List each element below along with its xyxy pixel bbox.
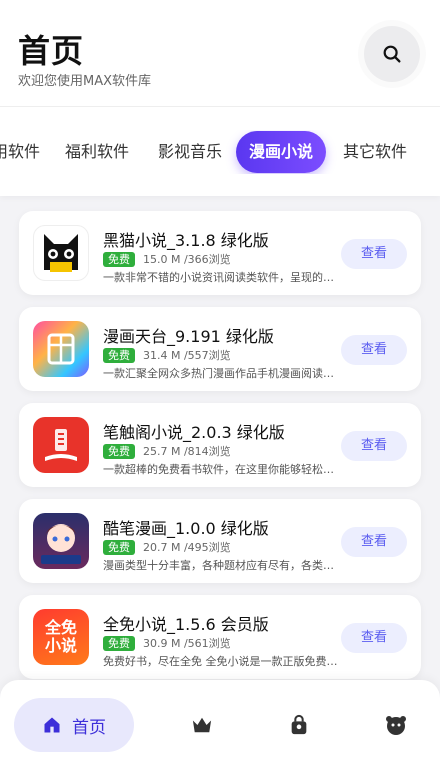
header-divider [0,106,440,107]
profile-icon [386,716,406,735]
app-stats: 15.0 M /366浏览 [143,253,231,266]
list-item[interactable]: 笔触阁小说_2.0.3 绿化版 免费 25.7 M /814浏览 一款超棒的免费… [19,403,421,487]
tab-other-software[interactable]: 其它软件 [343,130,407,174]
app-name: 漫画天台_9.191 绿化版 [103,327,274,346]
app-meta: 免费 15.0 M /366浏览 [103,251,231,267]
app-meta: 免费 30.9 M /561浏览 [103,635,231,651]
page-title: 首页 [18,32,85,70]
tab-common-software[interactable]: 用软件 [0,130,40,174]
view-button[interactable]: 查看 [341,335,407,365]
icon-text: 小说 [44,636,77,655]
app-description: 一款非常不错的小说资讯阅读类软件，呈现的… [103,271,334,284]
price-badge: 免费 [103,539,135,555]
tab-welfare-software[interactable]: 福利软件 [65,130,129,174]
list-item[interactable]: 酷笔漫画_1.0.0 绿化版 免费 20.7 M /495浏览 漫画类型十分丰富… [19,499,421,583]
app-description: 漫画类型十分丰富，各种题材应有尽有，各类… [103,559,334,572]
header: 首页 欢迎您使用MAX软件库 用软件 福利软件 影视音乐 漫画小说 其它软件 [0,0,440,196]
black-cat-icon [33,225,89,281]
search-button[interactable] [364,26,420,82]
view-button[interactable]: 查看 [341,239,407,269]
tab-video-music[interactable]: 影视音乐 [158,130,222,174]
app-name: 黑猫小说_3.1.8 绿化版 [103,231,269,250]
view-button[interactable]: 查看 [341,527,407,557]
manga-rooftop-icon [33,321,89,377]
app-name: 全免小说_1.5.6 会员版 [103,615,269,634]
crown-icon [192,717,212,733]
anime-girl-icon [33,513,89,569]
quanmian-icon: 全免 小说 [33,609,89,665]
app-stats: 31.4 M /557浏览 [143,349,231,362]
price-badge: 免费 [103,635,135,651]
page-subtitle: 欢迎您使用MAX软件库 [18,74,152,89]
app-name: 笔触阁小说_2.0.3 绿化版 [103,423,285,442]
app-meta: 免费 20.7 M /495浏览 [103,539,231,555]
shopping-bag-icon [291,714,307,735]
price-badge: 免费 [103,347,135,363]
nav-profile-button[interactable] [383,712,409,738]
app-name: 酷笔漫画_1.0.0 绿化版 [103,519,269,538]
nav-home-label: 首页 [72,717,106,738]
app-meta: 免费 31.4 M /557浏览 [103,347,231,363]
icon-text: 全免 [44,618,77,637]
app-stats: 25.7 M /814浏览 [143,445,231,458]
list-item[interactable]: 漫画天台_9.191 绿化版 免费 31.4 M /557浏览 一款汇聚全网众多… [19,307,421,391]
tab-comics-novels[interactable]: 漫画小说 [236,131,327,173]
nav-home-button[interactable]: 首页 [14,698,134,752]
list-item[interactable]: 黑猫小说_3.1.8 绿化版 免费 15.0 M /366浏览 一款非常不错的小… [19,211,421,295]
app-stats: 20.7 M /495浏览 [143,541,231,554]
price-badge: 免费 [103,251,135,267]
view-button[interactable]: 查看 [341,623,407,653]
search-icon [383,45,401,63]
home-icon [44,717,60,733]
app-description: 一款汇聚全网众多热门漫画作品手机漫画阅读… [103,367,334,380]
list-item[interactable]: 全免 小说 全免小说_1.5.6 会员版 免费 30.9 M /561浏览 免费… [19,595,421,679]
app-description: 一款超棒的免费看书软件，在这里你能够轻松… [103,463,334,476]
app-stats: 30.9 M /561浏览 [143,637,231,650]
red-book-icon [33,417,89,473]
app-meta: 免费 25.7 M /814浏览 [103,443,231,459]
bottom-navigation: 首页 [0,680,440,770]
nav-bag-button[interactable] [286,712,312,738]
nav-crown-button[interactable] [189,712,215,738]
category-tabs: 用软件 福利软件 影视音乐 漫画小说 其它软件 [0,130,440,174]
app-description: 免费好书，尽在全免 全免小说是一款正版免费… [103,655,338,668]
view-button[interactable]: 查看 [341,431,407,461]
price-badge: 免费 [103,443,135,459]
